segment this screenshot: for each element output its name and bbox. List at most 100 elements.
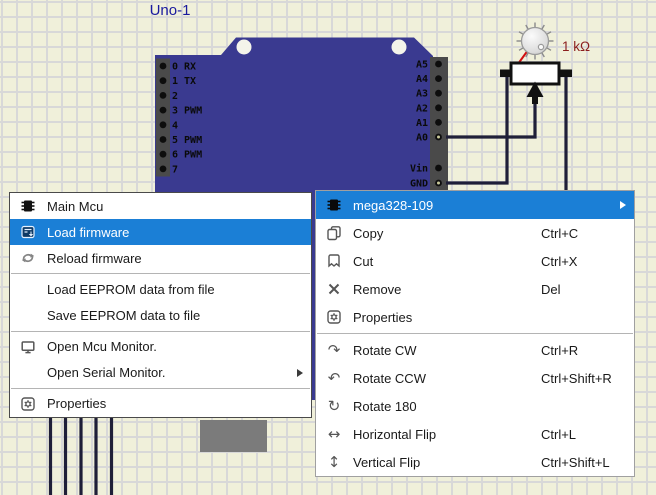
menu-item-label: Properties bbox=[47, 396, 106, 411]
svg-text:A1: A1 bbox=[416, 118, 428, 129]
svg-text:A2: A2 bbox=[416, 103, 428, 114]
pot-value-label: 1 kΩ bbox=[562, 39, 590, 54]
empty-icon-slot bbox=[18, 308, 38, 324]
mounting-hole bbox=[392, 40, 407, 55]
menu-item-label: Reload firmware bbox=[47, 251, 142, 266]
menu-item-cut[interactable]: Cut Ctrl+X bbox=[316, 247, 634, 275]
menu-item-label: Save EEPROM data to file bbox=[47, 308, 200, 323]
menu-item-label: Copy bbox=[353, 226, 383, 241]
menu-separator bbox=[11, 388, 310, 389]
pot-body[interactable] bbox=[511, 63, 559, 84]
digital-pin-header[interactable] bbox=[156, 59, 170, 177]
menu-item-remove[interactable]: Remove Del bbox=[316, 275, 634, 303]
copy-icon bbox=[324, 225, 344, 241]
cut-icon bbox=[324, 253, 344, 269]
svg-text:A5: A5 bbox=[416, 60, 428, 71]
svg-text:7: 7 bbox=[172, 164, 178, 175]
shortcut-label: Ctrl+L bbox=[541, 427, 576, 442]
load-firmware-icon bbox=[18, 224, 38, 240]
component-title: Uno-1 bbox=[150, 2, 191, 19]
menu-item-mcu-properties[interactable]: Properties bbox=[10, 391, 311, 417]
analog-pin-header[interactable] bbox=[430, 57, 448, 190]
pot-lead-left bbox=[500, 70, 511, 78]
menu-item-label: Properties bbox=[353, 310, 412, 325]
menu-item-load-eeprom[interactable]: Load EEPROM data from file bbox=[10, 276, 311, 302]
menu-item-label: Remove bbox=[353, 282, 401, 297]
empty-icon-slot bbox=[18, 365, 38, 381]
svg-text:A3: A3 bbox=[416, 89, 428, 100]
svg-text:4: 4 bbox=[172, 120, 178, 131]
svg-text:5 PWM: 5 PWM bbox=[172, 135, 202, 146]
horizontal-flip-icon: ↔ bbox=[324, 426, 344, 442]
menu-item-mega328-submenu[interactable]: mega328-109 bbox=[316, 191, 634, 219]
menu-item-label: Rotate 180 bbox=[353, 399, 417, 414]
submenu-arrow-icon bbox=[620, 201, 626, 209]
svg-text:GND: GND bbox=[410, 179, 428, 190]
mounting-hole bbox=[237, 40, 252, 55]
menu-item-label: Rotate CCW bbox=[353, 371, 426, 386]
gear-icon bbox=[324, 309, 344, 325]
svg-text:1 TX: 1 TX bbox=[172, 76, 196, 87]
svg-text:A4: A4 bbox=[416, 74, 428, 85]
svg-text:A0: A0 bbox=[416, 133, 428, 144]
rotate-180-icon: ↻ bbox=[324, 398, 344, 414]
menu-item-reload-firmware[interactable]: Reload firmware bbox=[10, 245, 311, 271]
menu-item-copy[interactable]: Copy Ctrl+C bbox=[316, 219, 634, 247]
menu-item-component-properties[interactable]: Properties bbox=[316, 303, 634, 331]
menu-item-rotate-cw[interactable]: ↷ Rotate CW Ctrl+R bbox=[316, 336, 634, 364]
menu-item-rotate-180[interactable]: ↻ Rotate 180 bbox=[316, 392, 634, 420]
shortcut-label: Ctrl+R bbox=[541, 343, 578, 358]
menu-item-label: Open Serial Monitor. bbox=[47, 365, 166, 380]
menu-item-rotate-ccw[interactable]: ↶ Rotate CCW Ctrl+Shift+R bbox=[316, 364, 634, 392]
circuit-canvas[interactable]: Uno-1 0 RX 1 TX 2 3 PWM bbox=[0, 0, 656, 495]
shortcut-label: Ctrl+C bbox=[541, 226, 578, 241]
monitor-icon bbox=[18, 339, 38, 355]
usb-connector bbox=[200, 420, 267, 452]
menu-item-label: Load firmware bbox=[47, 225, 129, 240]
gear-icon bbox=[18, 396, 38, 412]
mcu-context-menu: Main Mcu Load firmware bbox=[9, 192, 312, 418]
menu-separator bbox=[317, 333, 633, 334]
pot-wiper-stem bbox=[532, 93, 538, 104]
svg-text:6 PWM: 6 PWM bbox=[172, 150, 202, 161]
menu-separator bbox=[11, 273, 310, 274]
empty-icon-slot bbox=[18, 281, 38, 297]
reload-icon bbox=[18, 250, 38, 266]
menu-item-label: Rotate CW bbox=[353, 343, 417, 358]
vertical-flip-icon: ↕ bbox=[324, 454, 344, 470]
svg-text:2: 2 bbox=[172, 91, 178, 102]
wire-a0-to-wiper[interactable] bbox=[446, 100, 535, 137]
menu-item-vertical-flip[interactable]: ↕ Vertical Flip Ctrl+Shift+L bbox=[316, 448, 634, 476]
svg-text:3 PWM: 3 PWM bbox=[172, 106, 202, 117]
pot-knob-dot bbox=[538, 44, 543, 49]
svg-text:0 RX: 0 RX bbox=[172, 62, 196, 73]
menu-item-label: Horizontal Flip bbox=[353, 427, 436, 442]
rotate-cw-icon: ↷ bbox=[324, 342, 344, 358]
mcu-chip-icon bbox=[324, 197, 344, 213]
shortcut-label: Ctrl+Shift+R bbox=[541, 371, 612, 386]
menu-item-label: Open Mcu Monitor. bbox=[47, 339, 157, 354]
menu-separator bbox=[11, 331, 310, 332]
pot-lead-right bbox=[559, 70, 572, 78]
shortcut-label: Ctrl+X bbox=[541, 254, 577, 269]
menu-item-save-eeprom[interactable]: Save EEPROM data to file bbox=[10, 303, 311, 329]
component-context-menu: mega328-109 Copy Ctrl+C Cut Ctrl+X bbox=[315, 190, 635, 477]
mcu-chip-icon bbox=[18, 198, 38, 214]
menu-item-open-serial-monitor[interactable]: Open Serial Monitor. bbox=[10, 360, 311, 386]
remove-x-icon bbox=[324, 281, 344, 297]
menu-item-load-firmware[interactable]: Load firmware bbox=[10, 219, 311, 245]
menu-item-main-mcu[interactable]: Main Mcu bbox=[10, 193, 311, 219]
submenu-arrow-icon bbox=[297, 369, 303, 377]
menu-item-label: Vertical Flip bbox=[353, 455, 420, 470]
menu-item-label: Main Mcu bbox=[47, 199, 103, 214]
shortcut-label: Ctrl+Shift+L bbox=[541, 455, 610, 470]
potentiometer[interactable]: 1 kΩ bbox=[500, 23, 590, 105]
menu-item-open-mcu-monitor[interactable]: Open Mcu Monitor. bbox=[10, 334, 311, 360]
shortcut-label: Del bbox=[541, 282, 561, 297]
rotate-ccw-icon: ↶ bbox=[324, 370, 344, 386]
pot-knob[interactable] bbox=[522, 28, 549, 55]
menu-item-horizontal-flip[interactable]: ↔ Horizontal Flip Ctrl+L bbox=[316, 420, 634, 448]
wire-gnd-to-pot[interactable] bbox=[446, 75, 507, 183]
menu-item-label: Cut bbox=[353, 254, 373, 269]
menu-item-label: Load EEPROM data from file bbox=[47, 282, 215, 297]
